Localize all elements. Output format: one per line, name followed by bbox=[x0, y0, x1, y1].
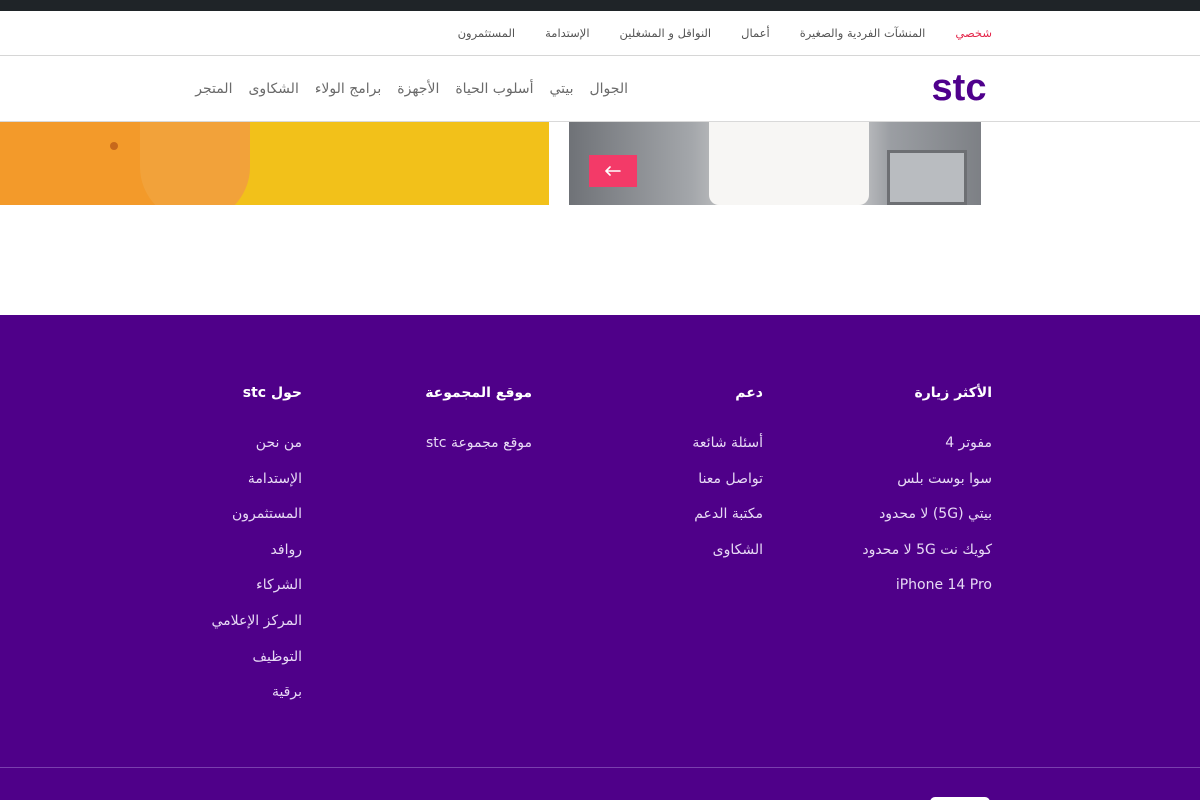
footer-heading: موقع المجموعة bbox=[425, 385, 532, 401]
footer-link[interactable]: الشركاء bbox=[211, 577, 302, 613]
footer-col-group-site: موقع المجموعة موقع مجموعة stc bbox=[425, 385, 532, 471]
footer-link[interactable]: مفوتر 4 bbox=[862, 435, 992, 471]
promo-card-yellow[interactable] bbox=[0, 122, 549, 205]
segment-investors[interactable]: المستثمرون bbox=[458, 26, 516, 40]
segment-sustainability[interactable]: الإستدامة bbox=[545, 26, 589, 40]
footer-heading: حول stc bbox=[242, 385, 302, 401]
footer-link[interactable]: سوا بوست بلس bbox=[862, 471, 992, 507]
main-nav: stc الجوال بيتي أسلوب الحياة الأجهزة برا… bbox=[0, 56, 1200, 122]
footer-divider bbox=[0, 767, 1200, 768]
nav-home[interactable]: بيتي bbox=[533, 81, 573, 97]
segment-list: شخصي المنشآت الفردية والصغيرة أعمال النو… bbox=[428, 11, 992, 55]
footer-col-about: حول stc من نحن الإستدامة المستثمرون رواف… bbox=[211, 385, 302, 720]
footer-link[interactable]: الشكاوى bbox=[692, 542, 763, 578]
nav-lifestyle[interactable]: أسلوب الحياة bbox=[439, 81, 533, 97]
arrow-left-icon bbox=[605, 166, 621, 176]
promo-image-detail bbox=[110, 142, 118, 150]
footer-bottom-pill[interactable] bbox=[930, 797, 990, 807]
segment-carriers[interactable]: النواقل و المشغلين bbox=[620, 26, 712, 40]
footer-link[interactable]: المستثمرون bbox=[211, 506, 302, 542]
footer-link[interactable]: تواصل معنا bbox=[692, 471, 763, 507]
segment-business[interactable]: أعمال bbox=[741, 26, 770, 40]
site-footer: الأكثر زيارة مفوتر 4 سوا بوست بلس بيتي (… bbox=[0, 315, 1200, 807]
segment-personal[interactable]: شخصي bbox=[955, 26, 992, 40]
footer-link[interactable]: الإستدامة bbox=[211, 471, 302, 507]
nav-complaints[interactable]: الشكاوى bbox=[232, 81, 298, 97]
promo-photo-person bbox=[709, 122, 869, 205]
promo-photo-window bbox=[887, 150, 967, 205]
nav-devices[interactable]: الأجهزة bbox=[381, 81, 439, 97]
footer-link[interactable]: المركز الإعلامي bbox=[211, 613, 302, 649]
browser-top-strip bbox=[0, 0, 1200, 11]
footer-link[interactable]: التوظيف bbox=[211, 649, 302, 685]
footer-heading: الأكثر زيارة bbox=[914, 385, 992, 401]
footer-link[interactable]: iPhone 14 Pro bbox=[862, 577, 992, 613]
segment-bar: شخصي المنشآت الفردية والصغيرة أعمال النو… bbox=[0, 11, 1200, 56]
nav-mobile[interactable]: الجوال bbox=[574, 81, 629, 97]
svg-text:stc: stc bbox=[932, 67, 987, 109]
segment-small-business[interactable]: المنشآت الفردية والصغيرة bbox=[800, 26, 926, 40]
nav-store[interactable]: المتجر bbox=[179, 81, 232, 97]
main-nav-list: الجوال بيتي أسلوب الحياة الأجهزة برامج ا… bbox=[179, 56, 628, 122]
footer-link[interactable]: بيتي (5G) لا محدود bbox=[862, 506, 992, 542]
promo-image-sleeve bbox=[140, 122, 250, 205]
nav-loyalty[interactable]: برامج الولاء bbox=[299, 81, 381, 97]
footer-link[interactable]: موقع مجموعة stc bbox=[425, 435, 532, 471]
stc-logo-icon: stc bbox=[932, 67, 987, 109]
footer-link[interactable]: برقية bbox=[211, 684, 302, 720]
footer-col-most-visited: الأكثر زيارة مفوتر 4 سوا بوست بلس بيتي (… bbox=[862, 385, 992, 613]
footer-link[interactable]: مكتبة الدعم bbox=[692, 506, 763, 542]
carousel-prev-button[interactable] bbox=[589, 155, 637, 187]
footer-link[interactable]: كويك نت 5G لا محدود bbox=[862, 542, 992, 578]
footer-link[interactable]: أسئلة شائعة bbox=[692, 435, 763, 471]
footer-link[interactable]: من نحن bbox=[211, 435, 302, 471]
stc-logo[interactable]: stc bbox=[924, 62, 994, 110]
footer-heading: دعم bbox=[735, 385, 763, 401]
footer-link[interactable]: روافد bbox=[211, 542, 302, 578]
footer-col-support: دعم أسئلة شائعة تواصل معنا مكتبة الدعم ا… bbox=[692, 385, 763, 577]
